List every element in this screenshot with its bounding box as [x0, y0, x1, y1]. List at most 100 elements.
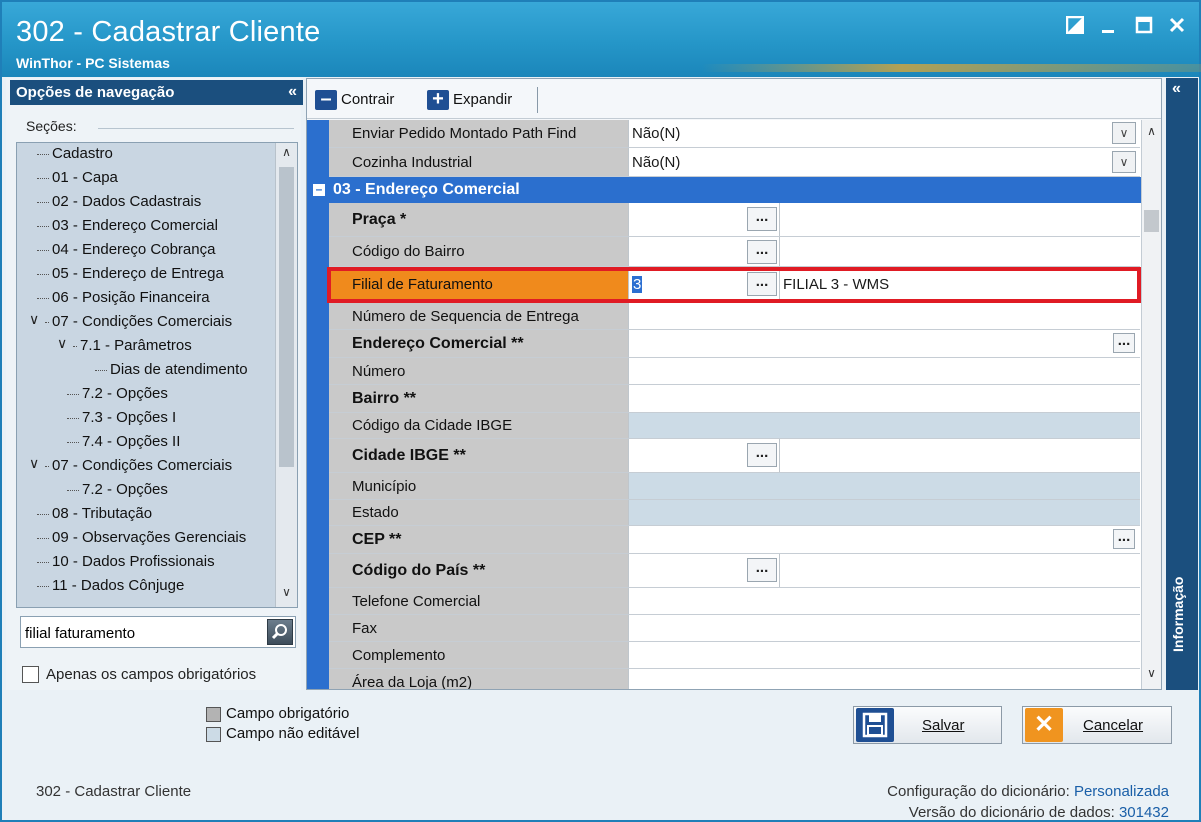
- tree-item[interactable]: 05 - Endereço de Entrega: [37, 263, 224, 285]
- scroll-up-icon[interactable]: ∧: [1142, 124, 1161, 144]
- field-value-input[interactable]: [628, 642, 1140, 668]
- chevron-down-icon[interactable]: ∨: [57, 335, 67, 352]
- tree-item[interactable]: 07 - Condições Comerciais: [45, 455, 232, 477]
- tree-item[interactable]: 7.2 - Opções: [67, 479, 168, 501]
- lookup-button[interactable]: ...: [747, 240, 777, 264]
- grid-row: CEP ** ...: [329, 526, 1140, 554]
- close-icon[interactable]: [1166, 16, 1188, 38]
- lookup-button[interactable]: ...: [747, 443, 777, 467]
- scroll-down-icon[interactable]: ∨: [276, 585, 297, 605]
- field-label: Cidade IBGE **: [329, 439, 628, 472]
- tree-item[interactable]: 09 - Observações Gerenciais: [37, 527, 246, 549]
- field-label: Telefone Comercial: [329, 588, 628, 614]
- tree-scrollbar[interactable]: ∧ ∨: [275, 143, 297, 607]
- dropdown-arrow-icon[interactable]: ∨: [1112, 122, 1136, 144]
- section-header[interactable]: – 03 - Endereço Comercial: [307, 177, 1141, 203]
- grid-row: Área da Loja (m2): [329, 669, 1140, 689]
- plus-icon: +: [427, 89, 449, 110]
- scroll-down-icon[interactable]: ∨: [1142, 666, 1161, 686]
- only-required-checkbox[interactable]: [22, 666, 39, 683]
- lookup-button[interactable]: ...: [747, 558, 777, 582]
- collapse-nav-icon[interactable]: «: [288, 83, 297, 101]
- tree-item[interactable]: 08 - Tributação: [37, 503, 152, 525]
- cancel-button[interactable]: ✕ Cancelar: [1022, 706, 1172, 744]
- chevron-down-icon[interactable]: ∨: [29, 311, 39, 328]
- field-label: Número: [329, 358, 628, 384]
- search-icon[interactable]: [267, 619, 293, 645]
- information-panel-tab[interactable]: « Informação: [1166, 78, 1198, 690]
- tree-item[interactable]: 7.4 - Opções II: [67, 431, 180, 453]
- grid-row-selected: Filial de Faturamento 3 ... FILIAL 3 - W…: [329, 267, 1140, 303]
- minimize-icon[interactable]: [1098, 16, 1120, 38]
- save-button[interactable]: Salvar: [853, 706, 1002, 744]
- grid-row: Código do País ** ...: [329, 554, 1140, 588]
- sections-tree[interactable]: Cadastro 01 - Capa 02 - Dados Cadastrais…: [16, 142, 298, 608]
- tree-item[interactable]: 7.3 - Opções I: [67, 407, 176, 429]
- property-grid: Enviar Pedido Montado Path Find Não(N) ∨…: [307, 120, 1141, 689]
- tree-item[interactable]: 04 - Endereço Cobrança: [37, 239, 215, 261]
- field-label: Filial de Faturamento: [329, 267, 628, 302]
- tree-item[interactable]: 06 - Posição Financeira: [37, 287, 210, 309]
- field-value-input[interactable]: ...: [628, 554, 778, 587]
- dictionary-config-link[interactable]: Personalizada: [1074, 783, 1169, 800]
- field-value-input[interactable]: ...: [628, 526, 1140, 553]
- grid-row: Número: [329, 358, 1140, 385]
- lookup-button[interactable]: ...: [747, 207, 777, 231]
- tree-item[interactable]: 01 - Capa: [37, 167, 118, 189]
- field-label: Estado: [329, 500, 628, 525]
- field-label: Município: [329, 473, 628, 499]
- field-value-input[interactable]: [628, 358, 1140, 384]
- grid-toolbar: – Contrair + Expandir: [307, 79, 1161, 119]
- title-decoration: [702, 64, 1201, 72]
- only-required-label: Apenas os campos obrigatórios: [46, 666, 257, 683]
- required-swatch: [206, 707, 221, 722]
- field-value-input[interactable]: [628, 385, 1140, 412]
- grid-scrollbar[interactable]: ∧ ∨: [1141, 120, 1161, 689]
- tree-item[interactable]: 10 - Dados Profissionais: [37, 551, 215, 573]
- field-value-input[interactable]: [628, 669, 1140, 689]
- tree-item[interactable]: 02 - Dados Cadastrais: [37, 191, 201, 213]
- collapse-section-icon[interactable]: –: [313, 183, 325, 196]
- lookup-button[interactable]: ...: [1113, 333, 1135, 353]
- field-value-input[interactable]: ...: [628, 330, 1140, 357]
- title-bar: 302 - Cadastrar Cliente WinThor - PC Sis…: [2, 2, 1201, 77]
- field-description: [779, 203, 1140, 236]
- tree-item[interactable]: 7.1 - Parâmetros: [73, 335, 192, 357]
- restore-layout-icon[interactable]: [1064, 15, 1086, 38]
- grid-row: Código da Cidade IBGE: [329, 413, 1140, 439]
- tree-item[interactable]: Dias de atendimento: [95, 359, 248, 381]
- lookup-button[interactable]: ...: [1113, 529, 1135, 549]
- field-value-input[interactable]: ...: [628, 439, 778, 472]
- section-search-input[interactable]: [25, 622, 265, 644]
- tree-item[interactable]: 07 - Condições Comerciais: [45, 311, 232, 333]
- grid-row: Praça * ...: [329, 203, 1140, 237]
- expand-info-icon[interactable]: «: [1172, 80, 1181, 98]
- field-label: Praça *: [329, 203, 628, 236]
- field-value-input[interactable]: 3 ...: [628, 267, 778, 302]
- field-value-input[interactable]: ...: [628, 237, 778, 266]
- field-value-input[interactable]: [628, 615, 1140, 641]
- scroll-thumb[interactable]: [279, 167, 294, 467]
- grid-row: Enviar Pedido Montado Path Find Não(N) ∨: [329, 120, 1140, 148]
- chevron-down-icon[interactable]: ∨: [29, 455, 39, 472]
- grid-left-bar: [307, 120, 329, 689]
- field-value-input[interactable]: ...: [628, 203, 778, 236]
- tree-item[interactable]: 7.2 - Opções: [67, 383, 168, 405]
- field-label: Número de Sequencia de Entrega: [329, 303, 628, 329]
- scroll-thumb[interactable]: [1144, 210, 1159, 232]
- field-value-select[interactable]: Não(N) ∨: [628, 148, 1140, 176]
- tree-item[interactable]: 03 - Endereço Comercial: [37, 215, 218, 237]
- tree-item[interactable]: 11 - Dados Cônjuge: [37, 575, 184, 597]
- field-label: Área da Loja (m2): [329, 669, 628, 689]
- dropdown-arrow-icon[interactable]: ∨: [1112, 151, 1136, 173]
- lookup-button[interactable]: ...: [747, 272, 777, 296]
- field-value-input[interactable]: [628, 588, 1140, 614]
- field-value-input[interactable]: [628, 303, 1140, 329]
- field-value-select[interactable]: Não(N) ∨: [628, 120, 1140, 147]
- scroll-up-icon[interactable]: ∧: [276, 145, 297, 165]
- field-label: Bairro **: [329, 385, 628, 412]
- maximize-icon[interactable]: [1133, 16, 1155, 38]
- field-description: [779, 439, 1140, 472]
- tree-item[interactable]: Cadastro: [37, 143, 113, 165]
- grid-row: Fax: [329, 615, 1140, 642]
